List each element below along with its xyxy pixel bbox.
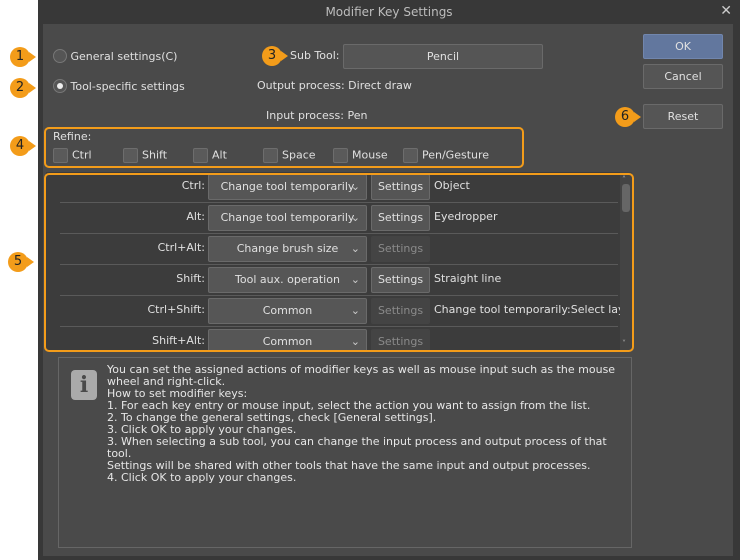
callout-3: 3 [262,46,288,66]
refine-checkbox-space[interactable]: Space [263,148,316,163]
list-highlight [44,173,634,352]
info-text: You can set the assigned actions of modi… [107,363,616,484]
checkbox-icon[interactable] [53,148,68,163]
general-settings-radio[interactable]: General settings(C) [53,49,177,66]
reset-button[interactable]: Reset [643,104,723,129]
refine-checkbox-alt[interactable]: Alt [193,148,227,163]
callout-5: 5 [8,252,34,272]
subtool-label: Sub Tool: [290,49,340,62]
refine-checkbox-ctrl[interactable]: Ctrl [53,148,92,163]
checkbox-icon[interactable] [123,148,138,163]
refine-checkbox-pengesture[interactable]: Pen/Gesture [403,148,489,163]
callout-4: 4 [10,136,36,156]
checkbox-icon[interactable] [333,148,348,163]
radio-selected-icon[interactable] [53,79,67,93]
input-process: Input process: Pen [266,109,368,122]
checkbox-icon[interactable] [193,148,208,163]
subtool-button[interactable]: Pencil [343,44,543,69]
callout-6: 6 [615,107,641,127]
window-title: Modifier Key Settings [325,5,453,19]
callout-2: 2 [10,78,36,98]
refine-label: Refine: [53,130,92,143]
refine-checkbox-shift[interactable]: Shift [123,148,167,163]
info-box: i You can set the assigned actions of mo… [58,357,632,548]
cancel-button[interactable]: Cancel [643,64,723,89]
radio-icon[interactable] [53,49,67,63]
output-process: Output process: Direct draw [257,79,412,92]
checkbox-icon[interactable] [263,148,278,163]
info-icon: i [71,370,97,400]
checkbox-icon[interactable] [403,148,418,163]
close-icon[interactable]: ✕ [720,3,732,19]
ok-button[interactable]: OK [643,34,723,59]
callout-1: 1 [10,47,36,67]
tool-specific-settings-radio[interactable]: Tool-specific settings [53,79,185,96]
refine-checkbox-mouse[interactable]: Mouse [333,148,388,163]
